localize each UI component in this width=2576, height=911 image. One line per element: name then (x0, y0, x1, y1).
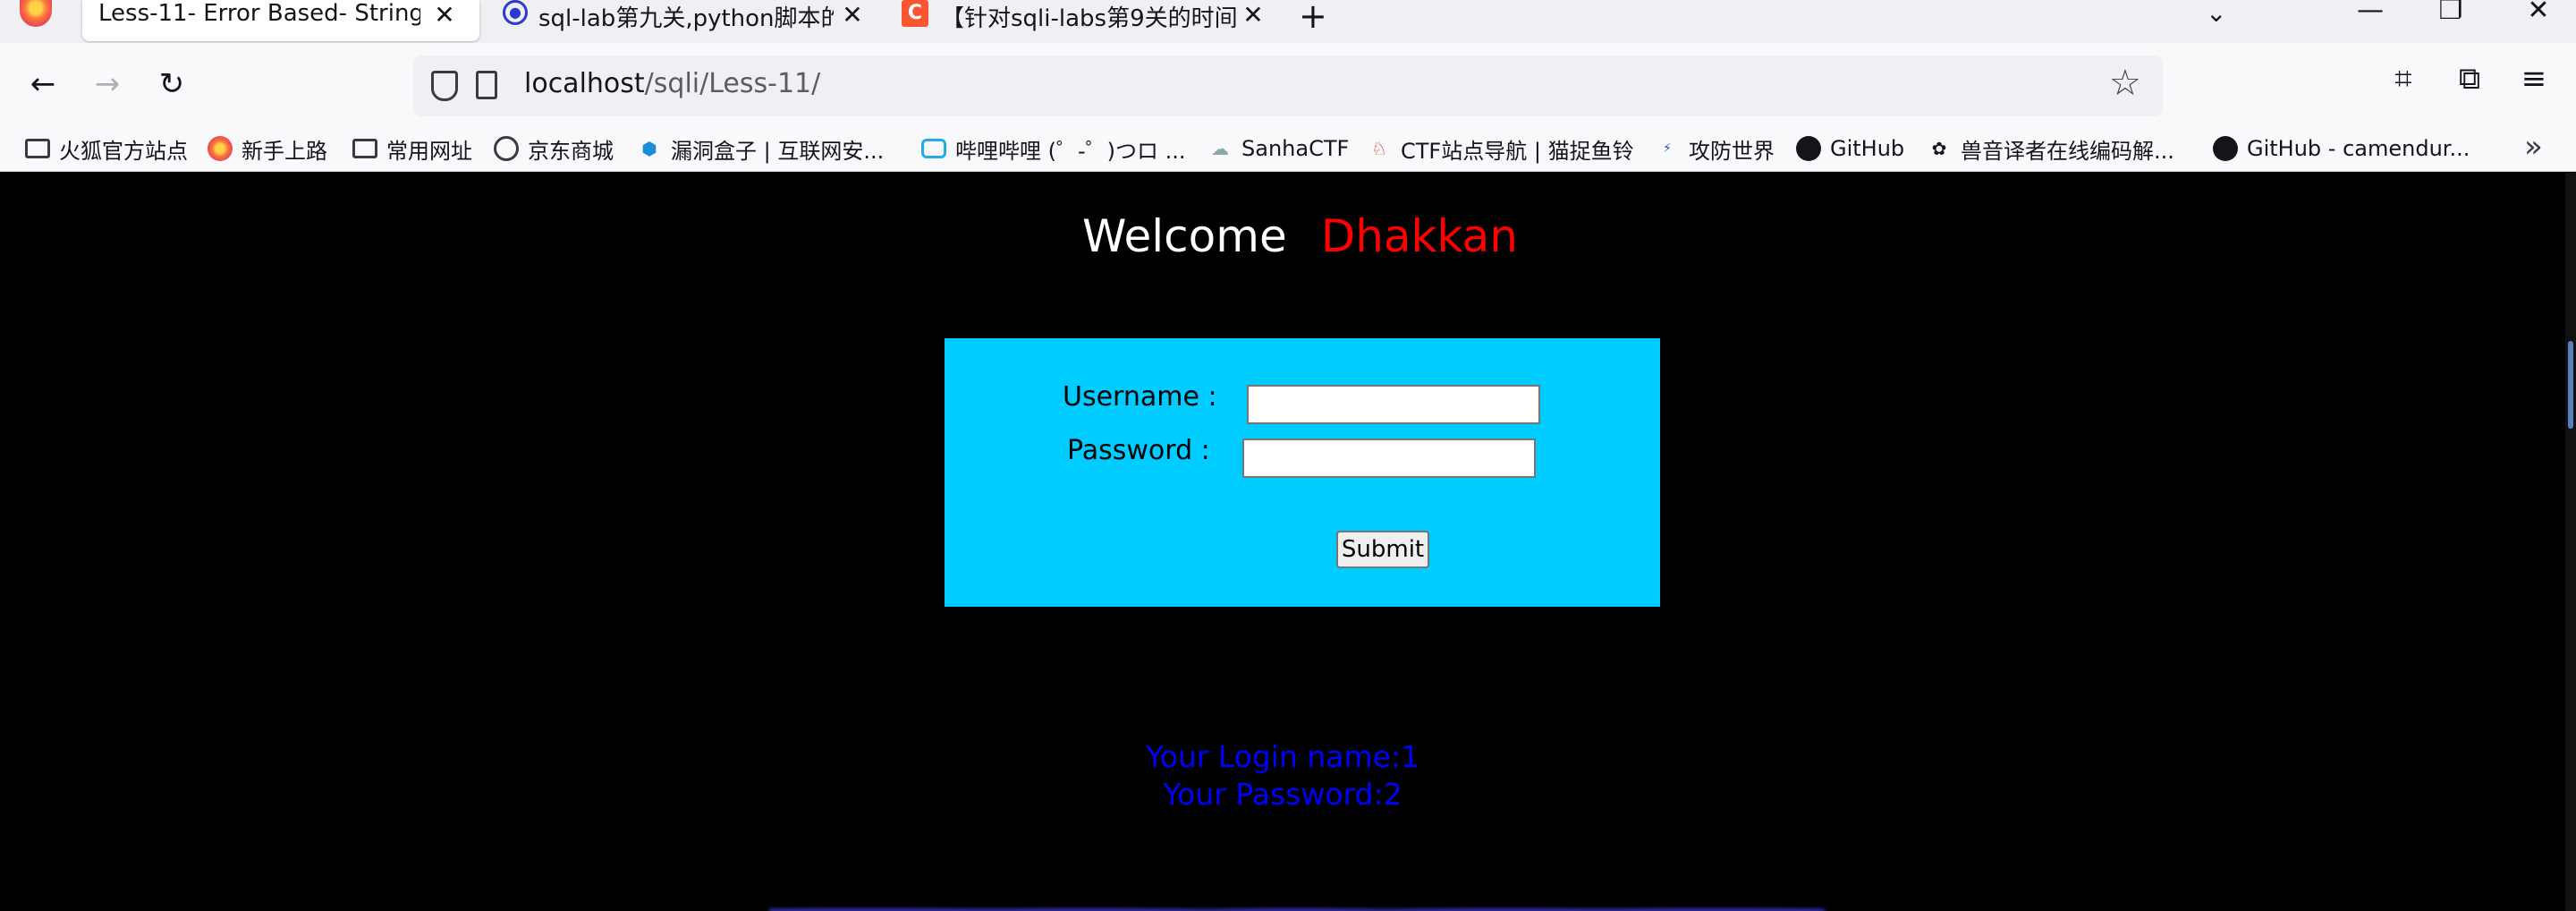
bookmark-label: 兽音译者在线编码解... (1961, 138, 2174, 164)
bookmark-item[interactable]: 新手上路 (208, 131, 327, 166)
bookmark-item[interactable]: ⬢ 漏洞盒子 | 互联网安... (637, 131, 884, 166)
bookmark-label: 常用网址 (386, 138, 472, 164)
hexagon-icon: ⬢ (641, 138, 657, 159)
globe-icon (494, 136, 519, 161)
bookmark-item[interactable]: ⚡ 攻防世界 (1655, 131, 1775, 166)
bookmark-item[interactable]: ☁ SanhaCTF (1208, 131, 1349, 166)
bookmark-label: 火狐官方站点 (59, 138, 188, 164)
tab-title: 【针对sqli-labs第9关的时间盲注 (941, 5, 1236, 32)
bookmark-label: 京东商城 (528, 138, 614, 164)
password-input[interactable] (1242, 438, 1536, 478)
page-scrollbar[interactable] (2565, 173, 2576, 911)
bookmark-item[interactable]: ♘ CTF站点导航 | 猫捉鱼铃 (1367, 131, 1634, 166)
bookmarks-bar: 火狐官方站点 新手上路 常用网址 京东商城 ⬢ 漏洞盒子 | 互联网安... 哔… (0, 129, 2576, 172)
login-password-result: Your Password:2 (1163, 777, 1402, 812)
folder-icon (352, 139, 377, 158)
username-input[interactable] (1247, 385, 1540, 424)
back-arrow-icon[interactable]: ← (21, 63, 64, 106)
bookmark-item[interactable]: GitHub (1796, 131, 1904, 166)
bookmark-label: SanhaCTF (1241, 136, 1350, 161)
url-host: localhost (524, 68, 645, 99)
reload-icon[interactable]: ↻ (150, 63, 193, 106)
github-icon (2213, 136, 2238, 161)
scrollbar-thumb[interactable] (2568, 341, 2573, 429)
firefox-logo-icon[interactable] (20, 0, 52, 27)
url-path: /sqli/Less-11/ (644, 68, 821, 99)
bookmark-label: 新手上路 (242, 138, 327, 164)
extensions-puzzle-icon[interactable]: ⧉ (2447, 61, 2492, 97)
screenshot-crop-icon[interactable]: ⌗ (2381, 61, 2426, 97)
welcome-text: Welcome (1082, 210, 1287, 262)
glowing-banner-image (769, 893, 1825, 911)
tab-sql-lab[interactable]: ● sql-lab第九关,python脚本的编写 ✕ (497, 0, 873, 41)
username-label: Username : (1063, 381, 1217, 413)
window-minimize-icon[interactable]: — (2345, 0, 2395, 26)
submit-button[interactable]: Submit (1336, 531, 1429, 568)
login-form: Username : Password : Submit (945, 338, 1660, 607)
bookmark-label: GitHub - camendur... (2247, 136, 2470, 161)
bookmark-label: 漏洞盒子 | 互联网安... (671, 138, 885, 164)
welcome-heading: Welcome Dhakkan (1082, 210, 1518, 262)
tab-title: Less-11- Error Based- String (98, 0, 420, 27)
tab-close-icon[interactable]: ✕ (839, 0, 866, 30)
bookmark-item[interactable]: 常用网址 (352, 131, 472, 166)
baidu-paw-icon: ● (503, 0, 528, 25)
tab-close-icon[interactable]: ✕ (1240, 0, 1267, 30)
firefox-icon (208, 136, 233, 161)
bookmark-item[interactable]: GitHub - camendur... (2213, 131, 2470, 166)
window-restore-icon[interactable]: ❐ (2426, 0, 2476, 26)
bookmark-label: 哔哩哔哩 (゜-゜)つロ ... (955, 138, 1186, 164)
password-label: Password : (1067, 435, 1210, 466)
tab-less-11[interactable]: Less-11- Error Based- String ✕ (82, 0, 479, 41)
more-bookmarks-chevron-icon[interactable]: » (2524, 129, 2543, 165)
tracking-shield-icon[interactable] (431, 71, 458, 101)
adworld-icon: ⚡ (1663, 141, 1672, 156)
bookmark-star-icon[interactable]: ☆ (2109, 63, 2141, 104)
folder-icon (25, 139, 50, 158)
navigation-bar: ← → ↻ localhost/sqli/Less-11/ ☆ ⌗ ⧉ ≡ (0, 43, 2576, 131)
cat-icon: ♘ (1371, 138, 1387, 159)
page-content: Welcome Dhakkan Username : Password : Sub… (0, 173, 2565, 911)
hamburger-menu-icon[interactable]: ≡ (2512, 61, 2556, 97)
url-text[interactable]: localhost/sqli/Less-11/ (524, 68, 820, 99)
welcome-user-name: Dhakkan (1320, 210, 1518, 262)
csdn-icon: C (902, 0, 928, 27)
login-name-result: Your Login name:1 (1145, 739, 1420, 774)
new-tab-plus-icon[interactable]: + (1299, 0, 1327, 36)
paw-icon: ✿ (1931, 138, 1947, 159)
list-all-tabs-chevron-icon[interactable]: ⌄ (2206, 0, 2226, 28)
bookmark-label: 攻防世界 (1689, 138, 1775, 164)
tab-close-icon[interactable]: ✕ (431, 0, 458, 30)
bookmark-item[interactable]: 哔哩哔哩 (゜-゜)つロ ... (921, 131, 1186, 166)
tab-sqli-labs-9[interactable]: C 【针对sqli-labs第9关的时间盲注 ✕ (894, 0, 1288, 41)
github-icon (1796, 136, 1821, 161)
bookmark-item[interactable]: 京东商城 (494, 131, 614, 166)
forward-arrow-icon[interactable]: → (86, 63, 129, 106)
sanha-icon: ☁ (1211, 138, 1229, 159)
bookmark-label: CTF站点导航 | 猫捉鱼铃 (1401, 138, 1634, 164)
url-bar[interactable]: localhost/sqli/Less-11/ ☆ (413, 55, 2163, 116)
bookmark-item[interactable]: ✿ 兽音译者在线编码解... (1927, 131, 2174, 166)
tab-strip: Less-11- Error Based- String ✕ ● sql-lab… (0, 0, 2576, 43)
bilibili-icon (921, 139, 946, 158)
bookmark-label: GitHub (1830, 136, 1905, 161)
page-info-icon[interactable] (476, 71, 497, 99)
tab-title: sql-lab第九关,python脚本的编写 (538, 5, 834, 32)
window-close-icon[interactable]: ✕ (2513, 0, 2563, 26)
bookmark-item[interactable]: 火狐官方站点 (25, 131, 188, 166)
